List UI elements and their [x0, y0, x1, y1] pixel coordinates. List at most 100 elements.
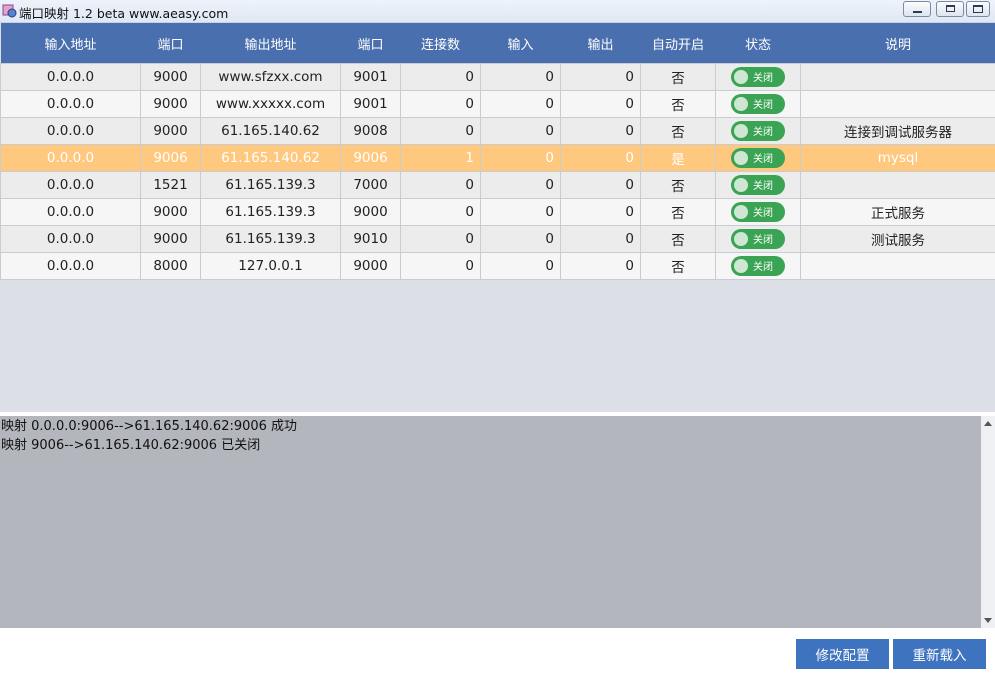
cell-connections: 0	[400, 198, 481, 226]
status-toggle[interactable]: 关闭	[731, 256, 785, 276]
minimize-icon	[913, 11, 922, 13]
cell-connections: 0	[400, 117, 481, 145]
toggle-label: 关闭	[753, 181, 773, 192]
cell-description: 测试服务	[800, 225, 995, 253]
cell-auto-start: 否	[640, 198, 716, 226]
cell-output-port: 9000	[340, 252, 401, 280]
cell-input-address: 0.0.0.0	[0, 63, 141, 91]
col-output-port[interactable]: 端口	[340, 23, 401, 64]
status-toggle[interactable]: 关闭	[731, 229, 785, 249]
status-toggle[interactable]: 关闭	[731, 202, 785, 222]
cell-input-bytes: 0	[480, 117, 561, 145]
toggle-label: 关闭	[753, 208, 773, 219]
toggle-knob-icon	[734, 178, 748, 192]
col-input-bytes[interactable]: 输入	[480, 23, 561, 64]
col-description[interactable]: 说明	[800, 23, 995, 64]
col-auto-start[interactable]: 自动开启	[640, 23, 716, 64]
cell-description: 连接到调试服务器	[800, 117, 995, 145]
table-row[interactable]: 0.0.0.0 9000 61.165.139.3 9000 0 0 0 否关闭 正式服务	[0, 198, 995, 226]
cell-input-bytes: 0	[480, 225, 561, 253]
cell-description	[800, 63, 995, 91]
cell-auto-start: 否	[640, 63, 716, 91]
cell-output-address: 61.165.140.62	[200, 117, 341, 145]
cell-description	[800, 90, 995, 118]
cell-output-bytes: 0	[560, 144, 641, 172]
col-output-address[interactable]: 输出地址	[200, 23, 341, 64]
cell-output-address: 61.165.139.3	[200, 198, 341, 226]
app-icon	[2, 4, 17, 18]
cell-output-bytes: 0	[560, 171, 641, 199]
cell-connections: 1	[400, 144, 481, 172]
toggle-knob-icon	[734, 151, 748, 165]
cell-output-bytes: 0	[560, 90, 641, 118]
cell-input-address: 0.0.0.0	[0, 117, 141, 145]
cell-output-bytes: 0	[560, 117, 641, 145]
log-panel[interactable]: 映射 0.0.0.0:9006-->61.165.140.62:9006 成功 …	[0, 416, 981, 628]
table-header: 输入地址 端口 输出地址 端口 连接数 输入 输出 自动开启 状态 说明	[0, 23, 995, 64]
toggle-knob-icon	[734, 259, 748, 273]
table-row[interactable]: 0.0.0.0 9000 61.165.140.62 9008 0 0 0 否关闭 连接到调试服…	[0, 117, 995, 145]
cell-output-port: 9001	[340, 90, 401, 118]
cell-input-address: 0.0.0.0	[0, 171, 141, 199]
cell-status: 关闭	[715, 144, 801, 172]
toggle-knob-icon	[734, 124, 748, 138]
cell-output-port: 9006	[340, 144, 401, 172]
cell-output-bytes: 0	[560, 63, 641, 91]
col-output-bytes[interactable]: 输出	[560, 23, 641, 64]
cell-connections: 0	[400, 171, 481, 199]
log-scrollbar[interactable]	[981, 416, 995, 628]
maximize-button[interactable]	[936, 1, 964, 17]
cell-status: 关闭	[715, 171, 801, 199]
status-toggle[interactable]: 关闭	[731, 94, 785, 114]
cell-status: 关闭	[715, 225, 801, 253]
scroll-down-arrow-icon[interactable]	[984, 618, 992, 623]
minimize-button[interactable]	[903, 1, 931, 17]
cell-input-bytes: 0	[480, 171, 561, 199]
cell-input-port: 9006	[140, 144, 201, 172]
cell-description: 正式服务	[800, 198, 995, 226]
col-input-port[interactable]: 端口	[140, 23, 201, 64]
col-connections[interactable]: 连接数	[400, 23, 481, 64]
status-toggle[interactable]: 关闭	[731, 67, 785, 87]
cell-connections: 0	[400, 90, 481, 118]
cell-input-bytes: 0	[480, 90, 561, 118]
toggle-label: 关闭	[753, 154, 773, 165]
cell-output-address: 61.165.140.62	[200, 144, 341, 172]
cell-output-address: www.sfzxx.com	[200, 63, 341, 91]
toggle-label: 关闭	[753, 235, 773, 246]
toggle-label: 关闭	[753, 127, 773, 138]
cell-status: 关闭	[715, 90, 801, 118]
table-row[interactable]: 0.0.0.0 9000 www.sfzxx.com 9001 0 0 0 否关闭	[0, 63, 995, 91]
status-toggle[interactable]: 关闭	[731, 148, 785, 168]
toggle-label: 关闭	[753, 100, 773, 111]
cell-input-address: 0.0.0.0	[0, 90, 141, 118]
cell-output-port: 9001	[340, 63, 401, 91]
col-input-address[interactable]: 输入地址	[0, 23, 141, 64]
toggle-knob-icon	[734, 232, 748, 246]
cell-input-bytes: 0	[480, 198, 561, 226]
cell-output-port: 9008	[340, 117, 401, 145]
cell-auto-start: 是	[640, 144, 716, 172]
cell-input-address: 0.0.0.0	[0, 252, 141, 280]
cell-output-bytes: 0	[560, 198, 641, 226]
table-row[interactable]: 0.0.0.0 9000 www.xxxxx.com 9001 0 0 0 否关闭	[0, 90, 995, 118]
cell-input-bytes: 0	[480, 144, 561, 172]
table-row[interactable]: 0.0.0.0 1521 61.165.139.3 7000 0 0 0 否关闭	[0, 171, 995, 199]
table-row[interactable]: 0.0.0.0 9000 61.165.139.3 9010 0 0 0 否关闭 测试服务	[0, 225, 995, 253]
status-toggle[interactable]: 关闭	[731, 121, 785, 141]
scroll-up-arrow-icon[interactable]	[984, 421, 992, 426]
edit-config-button[interactable]: 修改配置	[796, 639, 889, 669]
cell-status: 关闭	[715, 252, 801, 280]
table-row[interactable]: 0.0.0.0 8000 127.0.0.1 9000 0 0 0 否关闭	[0, 252, 995, 280]
status-toggle[interactable]: 关闭	[731, 175, 785, 195]
close-button[interactable]	[966, 1, 990, 17]
col-status[interactable]: 状态	[715, 23, 801, 64]
cell-output-address: 61.165.139.3	[200, 225, 341, 253]
cell-input-port: 8000	[140, 252, 201, 280]
cell-output-port: 9000	[340, 198, 401, 226]
reload-button[interactable]: 重新载入	[893, 639, 986, 669]
cell-output-address: 127.0.0.1	[200, 252, 341, 280]
cell-output-address: www.xxxxx.com	[200, 90, 341, 118]
cell-auto-start: 否	[640, 117, 716, 145]
table-row[interactable]: 0.0.0.0 9006 61.165.140.62 9006 1 0 0 是关闭 mysql	[0, 144, 995, 172]
